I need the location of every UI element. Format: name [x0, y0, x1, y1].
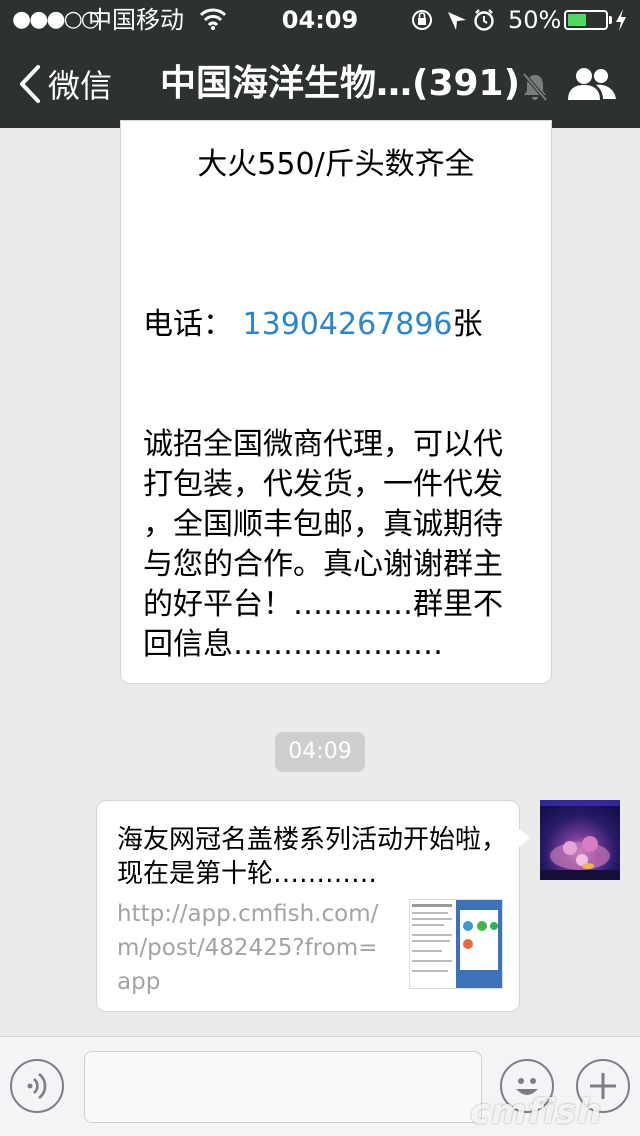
- phone-line: 电话： 13904267896张: [143, 305, 483, 345]
- message-line: 回信息…………………: [143, 627, 443, 662]
- aquarium-photo: [540, 800, 620, 880]
- message-line: 打包装，代发货，一件代发: [143, 467, 503, 502]
- navigation-bar: 微信 中国海洋生物…(391): [0, 40, 640, 128]
- message-input[interactable]: [84, 1051, 482, 1123]
- message-timestamp: 04:09: [275, 732, 365, 772]
- orientation-lock-icon: [412, 9, 494, 31]
- group-members-icon[interactable]: [566, 66, 618, 102]
- watermark-logo: cmfish: [470, 1092, 603, 1132]
- avatar[interactable]: [540, 800, 620, 880]
- link-thumbnail: [409, 899, 503, 989]
- charging-bolt-icon: [616, 9, 626, 31]
- battery-tip: [609, 16, 612, 24]
- phone-number-link[interactable]: 13904267896: [243, 307, 453, 342]
- battery-fill: [568, 14, 586, 26]
- bubble-tail: [518, 828, 530, 848]
- link-card-message[interactable]: 海友网冠名盖楼系列活动开始啦，现在是第十轮………… http://app.cmf…: [96, 800, 520, 1012]
- phone-suffix: 张: [452, 307, 483, 342]
- message-line: 诚招全国微商代理，可以代: [143, 427, 503, 462]
- message-line: 的好平台！…………群里不: [143, 587, 503, 622]
- link-title: 海友网冠名盖楼系列活动开始啦，现在是第十轮…………: [117, 825, 508, 889]
- chevron-left-icon: [20, 65, 40, 103]
- chat-title: 中国海洋生物…(391): [160, 63, 520, 104]
- message-line: 与您的合作。真心谢谢群主: [143, 547, 503, 582]
- voice-button[interactable]: [10, 1059, 64, 1113]
- message-line: 大火550/斤头数齐全: [197, 147, 475, 182]
- battery-percentage: 50%: [508, 6, 562, 34]
- message-bubble[interactable]: 大火550/斤头数齐全 电话： 13904267896张 诚招全国微商代理，可以…: [120, 120, 552, 684]
- status-bar: ●●●○○ 中国移动 04:09 50%: [0, 0, 640, 40]
- back-button[interactable]: 微信: [18, 62, 112, 106]
- mute-bell-icon: [522, 72, 548, 102]
- top-bar: ●●●○○ 中国移动 04:09 50% 微信 中国海洋生物…(391): [0, 0, 640, 128]
- phone-label: 电话：: [143, 307, 233, 342]
- message-line: ，全国顺丰包邮，真诚期待: [143, 507, 503, 542]
- battery-icon: [564, 10, 608, 30]
- voice-icon: [27, 1072, 47, 1100]
- back-label: 微信: [48, 67, 113, 105]
- link-url: http://app.cmfish.com/m/post/482425?from…: [117, 901, 379, 995]
